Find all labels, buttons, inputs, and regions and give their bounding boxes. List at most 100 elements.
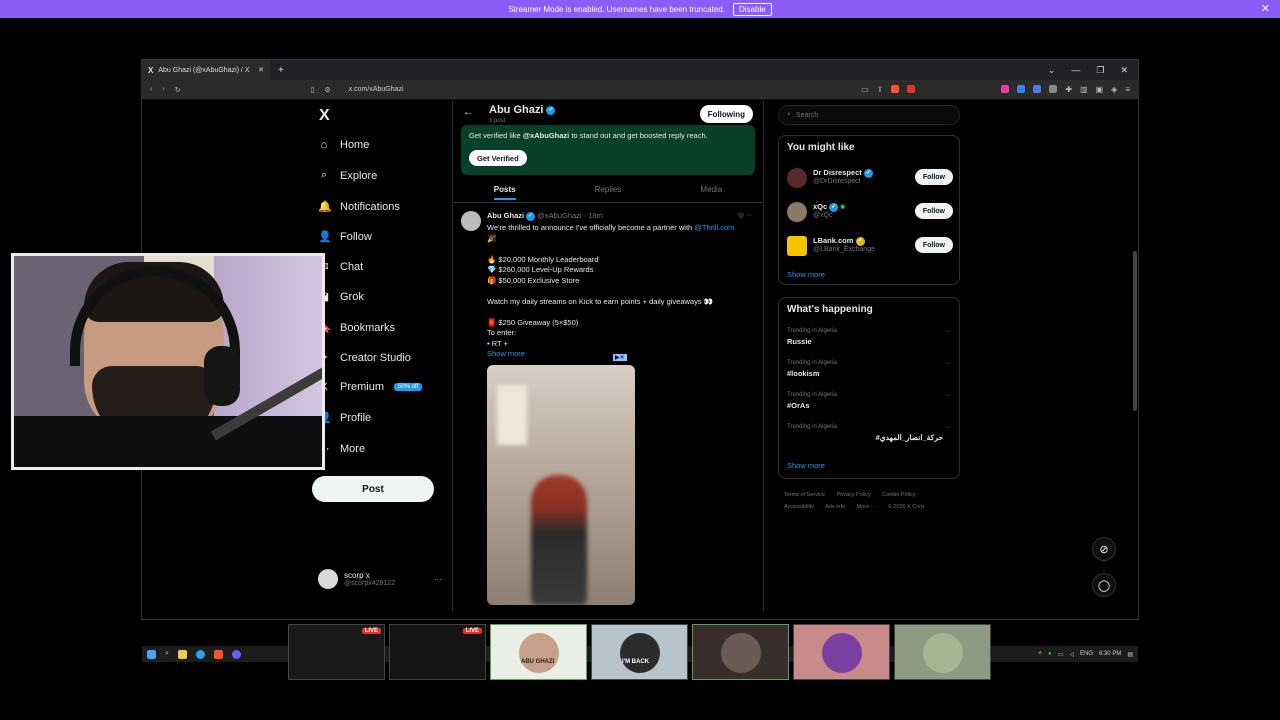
notification-icon[interactable]: ▤ [1127, 651, 1133, 658]
nav-more[interactable]: ⋯More [318, 442, 366, 456]
back-arrow-icon[interactable]: ← [463, 107, 473, 118]
wallet-icon[interactable]: ▣ [1096, 85, 1104, 94]
extensions-puzzle-icon[interactable]: ✚ [1065, 85, 1072, 94]
more-dots-icon[interactable]: ··· [746, 212, 753, 219]
nav-explore[interactable]: ⌕ Explore [318, 169, 377, 182]
post-button[interactable]: Post [312, 476, 434, 502]
footer-link[interactable]: Ads info [825, 504, 845, 510]
trend-item[interactable]: Trending in Algeria #lookism ··· [787, 360, 953, 388]
tab-close-icon[interactable]: ✕ [258, 66, 264, 74]
tab-list-icon[interactable]: ⌄ [1048, 65, 1056, 76]
tweet-video[interactable] [487, 365, 635, 605]
more-dots-icon[interactable]: ··· [944, 328, 951, 335]
url-field[interactable]: x.com/xAbuGhazi [349, 86, 404, 93]
thumbnail[interactable] [894, 624, 991, 680]
vpn-icon[interactable]: ◈ [1111, 85, 1117, 94]
volume-icon[interactable]: ◁ [1069, 651, 1074, 658]
share-icon[interactable]: ⇪ [877, 85, 884, 94]
get-verified-button[interactable]: Get Verified [469, 150, 527, 166]
thumbnail[interactable]: LIVE [389, 624, 486, 680]
follow-button[interactable]: Follow [914, 203, 953, 219]
trend-item[interactable]: Trending in Algeria #حركة_انصار_المهدي ·… [787, 424, 953, 452]
follow-button[interactable]: Follow [914, 169, 953, 185]
extension-gray-icon[interactable] [1049, 85, 1058, 93]
disable-streamer-mode-button[interactable]: Disable [732, 2, 772, 16]
site-info-icon[interactable]: ⚙ [324, 86, 330, 94]
more-dots-icon[interactable]: ··· [434, 575, 442, 584]
more-dots-icon[interactable]: ··· [944, 392, 951, 399]
footer-link[interactable]: Privacy Policy [837, 492, 871, 498]
following-button[interactable]: Following [699, 105, 753, 123]
nav-notifications[interactable]: 🔔 Notifications [318, 200, 400, 214]
file-explorer-icon[interactable] [177, 649, 187, 659]
nav-bookmarks[interactable]: 🔖Bookmarks [318, 321, 395, 335]
chevron-up-icon[interactable]: ˄ [1039, 651, 1043, 657]
footer-link[interactable]: More ··· [857, 504, 877, 510]
avatar[interactable] [461, 211, 481, 231]
obs-icon[interactable] [231, 649, 241, 659]
more-dots-icon[interactable]: ··· [944, 424, 951, 431]
grok-icon[interactable]: ◎ [738, 212, 744, 219]
trend-item[interactable]: Trending in Algeria Russie ··· [787, 328, 953, 356]
new-tab-button[interactable]: + [270, 65, 292, 76]
sidebar-icon[interactable]: ▥ [1080, 85, 1088, 94]
network-icon[interactable]: ▭ [1058, 651, 1064, 658]
brave-icon[interactable] [213, 649, 223, 659]
thumbnail[interactable]: ABU GHAZI [490, 624, 587, 680]
thumbnail[interactable]: I'M BACK [591, 624, 688, 680]
extension-blue-icon[interactable] [1017, 85, 1026, 93]
language-indicator[interactable]: ENG [1080, 651, 1093, 657]
reload-icon[interactable]: ↻ [175, 86, 181, 94]
search-input[interactable]: ⌕ Search [778, 105, 960, 125]
edge-icon[interactable] [195, 649, 205, 659]
suggestion-row[interactable]: Dr Disrespect ✓ @DrDisrespect Follow [787, 166, 953, 190]
extension-pink-icon[interactable] [1001, 85, 1010, 93]
show-more-link[interactable]: Show more [787, 461, 825, 470]
tab-media[interactable]: Media [660, 179, 763, 202]
nav-creator-studio[interactable]: ✦Creator Studio [318, 351, 411, 365]
minimize-icon[interactable]: — [1071, 65, 1080, 76]
account-switcher[interactable]: scorp x @scorpx428122 ··· [318, 569, 442, 589]
maximize-icon[interactable]: ❐ [1096, 65, 1104, 76]
search-icon[interactable]: ⌕ [165, 650, 169, 658]
footer-link[interactable]: Accessibility [784, 504, 814, 510]
menu-icon[interactable]: ≡ [1125, 85, 1130, 94]
mention-link[interactable]: @Thrill.com [694, 223, 734, 232]
thumbnail[interactable] [793, 624, 890, 680]
suggestion-row[interactable]: LBank.com ✓ @LBank_Exchange Follow [787, 234, 953, 258]
tab-posts[interactable]: Posts [453, 179, 556, 202]
trend-item[interactable]: Trending in Algeria #OrAs ··· [787, 392, 953, 420]
extension-shield-icon[interactable] [1033, 85, 1042, 93]
browser-tab[interactable]: X Abu Ghazi (@xAbuGhazi) / X ✕ [142, 60, 270, 80]
screenshot-icon[interactable]: ▭ [861, 85, 869, 94]
brave-rewards-icon[interactable] [907, 85, 916, 93]
tab-replies[interactable]: Replies [556, 179, 659, 202]
close-icon[interactable]: ✕ [1261, 2, 1270, 15]
windows-start-icon[interactable] [147, 649, 156, 659]
x-logo-icon[interactable]: X [319, 107, 330, 125]
window-close-icon[interactable]: ✕ [1120, 65, 1128, 76]
suggestion-row[interactable]: xQc ✓ ■ @xQc Follow [787, 200, 953, 224]
show-more-link[interactable]: Show more [787, 270, 825, 279]
ad-choices-icon[interactable]: ▶✕ [613, 354, 627, 361]
clock[interactable]: 6:30 PM [1099, 651, 1121, 657]
nav-premium[interactable]: XPremium50% off [318, 381, 423, 393]
nav-follow[interactable]: 👤 Follow [318, 230, 372, 244]
footer-link[interactable]: Terms of Service [784, 492, 825, 498]
tweet-author[interactable]: Abu Ghazi [487, 211, 524, 220]
tweet-handle[interactable]: @xAbuGhazi [537, 211, 581, 220]
tweet[interactable]: Abu Ghazi ✓ @xAbuGhazi · 18m ◎ ··· We're… [453, 207, 763, 611]
thumbnail[interactable]: LIVE [288, 624, 385, 680]
grok-float-icon[interactable]: ⊘ [1092, 537, 1116, 561]
footer-link[interactable]: Cookie Policy [882, 492, 915, 498]
bookmark-icon[interactable]: ▯ [311, 86, 315, 94]
forward-icon[interactable]: › [162, 86, 164, 93]
thumbnail[interactable] [692, 624, 789, 680]
nav-profile[interactable]: 👤Profile [318, 411, 371, 425]
follow-button[interactable]: Follow [914, 237, 953, 253]
scrollbar[interactable] [1133, 251, 1137, 411]
nav-home[interactable]: ⌂ Home [318, 139, 370, 151]
messages-float-icon[interactable]: ◯ [1092, 573, 1116, 597]
back-icon[interactable]: ‹ [150, 86, 152, 93]
more-dots-icon[interactable]: ··· [944, 360, 951, 367]
